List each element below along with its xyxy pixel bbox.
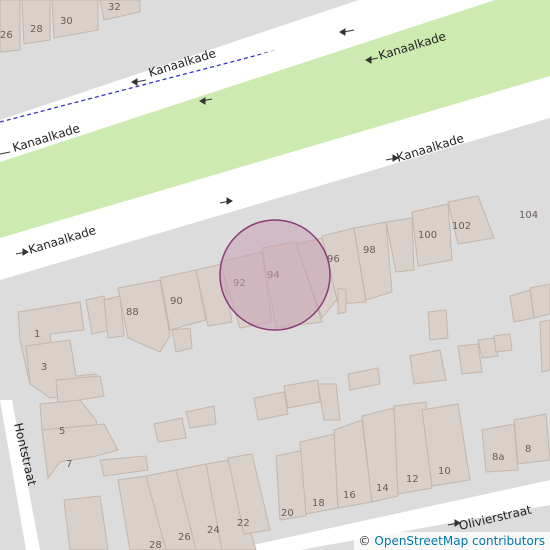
- house-number: 30: [60, 16, 73, 27]
- house-number: 102: [452, 221, 471, 232]
- house-number: 98: [363, 245, 376, 256]
- house-number: 20: [281, 508, 294, 519]
- house-number: 24: [207, 525, 220, 536]
- map-canvas[interactable]: 26 28 30 32 1 3 5 7 88 90 92 94 96 98 10…: [0, 0, 550, 550]
- house-number: 16: [343, 490, 356, 501]
- house-number: 26: [178, 532, 191, 543]
- house-number: 7: [66, 459, 72, 470]
- house-number: 26: [0, 30, 13, 41]
- house-number: 28: [149, 540, 162, 550]
- map-view[interactable]: 26 28 30 32 1 3 5 7 88 90 92 94 96 98 10…: [0, 0, 550, 550]
- house-number: 90: [170, 296, 183, 307]
- house-number: 104: [519, 210, 538, 221]
- house-number: 32: [108, 2, 121, 13]
- house-number: 100: [418, 230, 437, 241]
- house-number: 14: [376, 483, 389, 494]
- house-number: 18: [312, 498, 325, 509]
- house-number: 1: [34, 329, 40, 340]
- house-number: 88: [126, 307, 139, 318]
- house-number: 8a: [492, 452, 505, 463]
- house-number: 5: [59, 426, 65, 437]
- copyright-symbol: ©: [358, 534, 371, 548]
- osm-contributors-link[interactable]: OpenStreetMap contributors: [374, 534, 545, 548]
- house-number: 12: [406, 474, 419, 485]
- house-number: 22: [237, 518, 250, 529]
- house-number: 8: [525, 444, 531, 455]
- house-number: 10: [438, 466, 451, 477]
- house-number: 28: [30, 24, 43, 35]
- house-number: 3: [41, 362, 47, 373]
- map-attribution: © OpenStreetMap contributors: [353, 532, 550, 550]
- location-marker[interactable]: [219, 219, 331, 331]
